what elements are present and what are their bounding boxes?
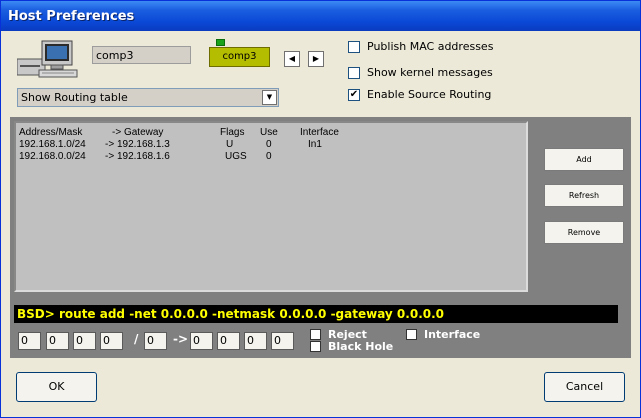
status-led [216, 39, 225, 46]
row2-gateway: -> 192.168.1.6 [105, 151, 170, 162]
row1-interface: In1 [308, 139, 322, 150]
routing-table[interactable]: Address/Mask -> Gateway Flags Use Interf… [14, 121, 528, 292]
header-flags: Flags [220, 127, 245, 138]
remove-button[interactable]: Remove [544, 221, 624, 244]
title-bar[interactable]: Host Preferences [1, 1, 640, 31]
row1-address: 192.168.1.0/24 [19, 139, 86, 150]
gateway-arrow: -> [173, 332, 189, 346]
right-arrow-icon[interactable]: ▶ [308, 51, 324, 67]
checkmark-icon: ✔ [349, 89, 359, 100]
blackhole-label: Black Hole [328, 340, 394, 353]
reject-checkbox[interactable] [310, 329, 321, 340]
host-name-field[interactable]: comp3 [92, 46, 191, 64]
gw-octet-4[interactable]: 0 [271, 332, 294, 350]
cancel-button[interactable]: Cancel [544, 372, 625, 402]
command-line: BSD> route add -net 0.0.0.0 -netmask 0.0… [14, 305, 618, 323]
row1-use: 0 [266, 139, 272, 150]
row2-address: 192.168.0.0/24 [19, 151, 86, 162]
net-octet-3[interactable]: 0 [73, 332, 96, 350]
host-button[interactable]: comp3 [209, 47, 270, 67]
dropdown-arrow-icon[interactable]: ▼ [262, 90, 277, 105]
blackhole-checkbox[interactable] [310, 341, 321, 352]
window-title: Host Preferences [8, 9, 135, 24]
header-interface: Interface [300, 127, 339, 138]
net-octet-4[interactable]: 0 [100, 332, 123, 350]
source-routing-checkbox[interactable]: ✔ [348, 89, 360, 101]
header-use: Use [260, 127, 278, 138]
gw-octet-1[interactable]: 0 [190, 332, 213, 350]
refresh-button[interactable]: Refresh [544, 184, 624, 207]
source-routing-label: Enable Source Routing [367, 88, 492, 101]
ok-button[interactable]: OK [16, 372, 97, 402]
mask-separator: / [134, 332, 139, 346]
interface-checkbox[interactable] [406, 329, 417, 340]
gw-octet-3[interactable]: 0 [244, 332, 267, 350]
row1-gateway: -> 192.168.1.3 [105, 139, 170, 150]
view-select[interactable]: Show Routing table ▼ [17, 88, 279, 107]
add-button[interactable]: Add [544, 148, 624, 171]
computer-icon [17, 40, 78, 78]
net-octet-2[interactable]: 0 [46, 332, 69, 350]
mask-field[interactable]: 0 [144, 332, 167, 350]
row2-use: 0 [266, 151, 272, 162]
left-arrow-icon[interactable]: ◀ [284, 51, 300, 67]
header-gateway: -> Gateway [112, 127, 164, 138]
gw-octet-2[interactable]: 0 [217, 332, 240, 350]
view-select-value: Show Routing table [21, 91, 128, 104]
publish-mac-label: Publish MAC addresses [367, 40, 494, 53]
publish-mac-checkbox[interactable] [348, 41, 360, 53]
row2-flags: UGS [225, 151, 247, 162]
routing-panel: Address/Mask -> Gateway Flags Use Interf… [10, 117, 631, 358]
show-kernel-label: Show kernel messages [367, 66, 493, 79]
show-kernel-checkbox[interactable] [348, 67, 360, 79]
row1-flags: U [226, 139, 234, 150]
host-preferences-window: Host Preferences comp3 comp3 ◀ ▶ Publish… [0, 0, 641, 418]
net-octet-1[interactable]: 0 [18, 332, 41, 350]
interface-label: Interface [424, 328, 481, 341]
header-address: Address/Mask [19, 127, 83, 138]
